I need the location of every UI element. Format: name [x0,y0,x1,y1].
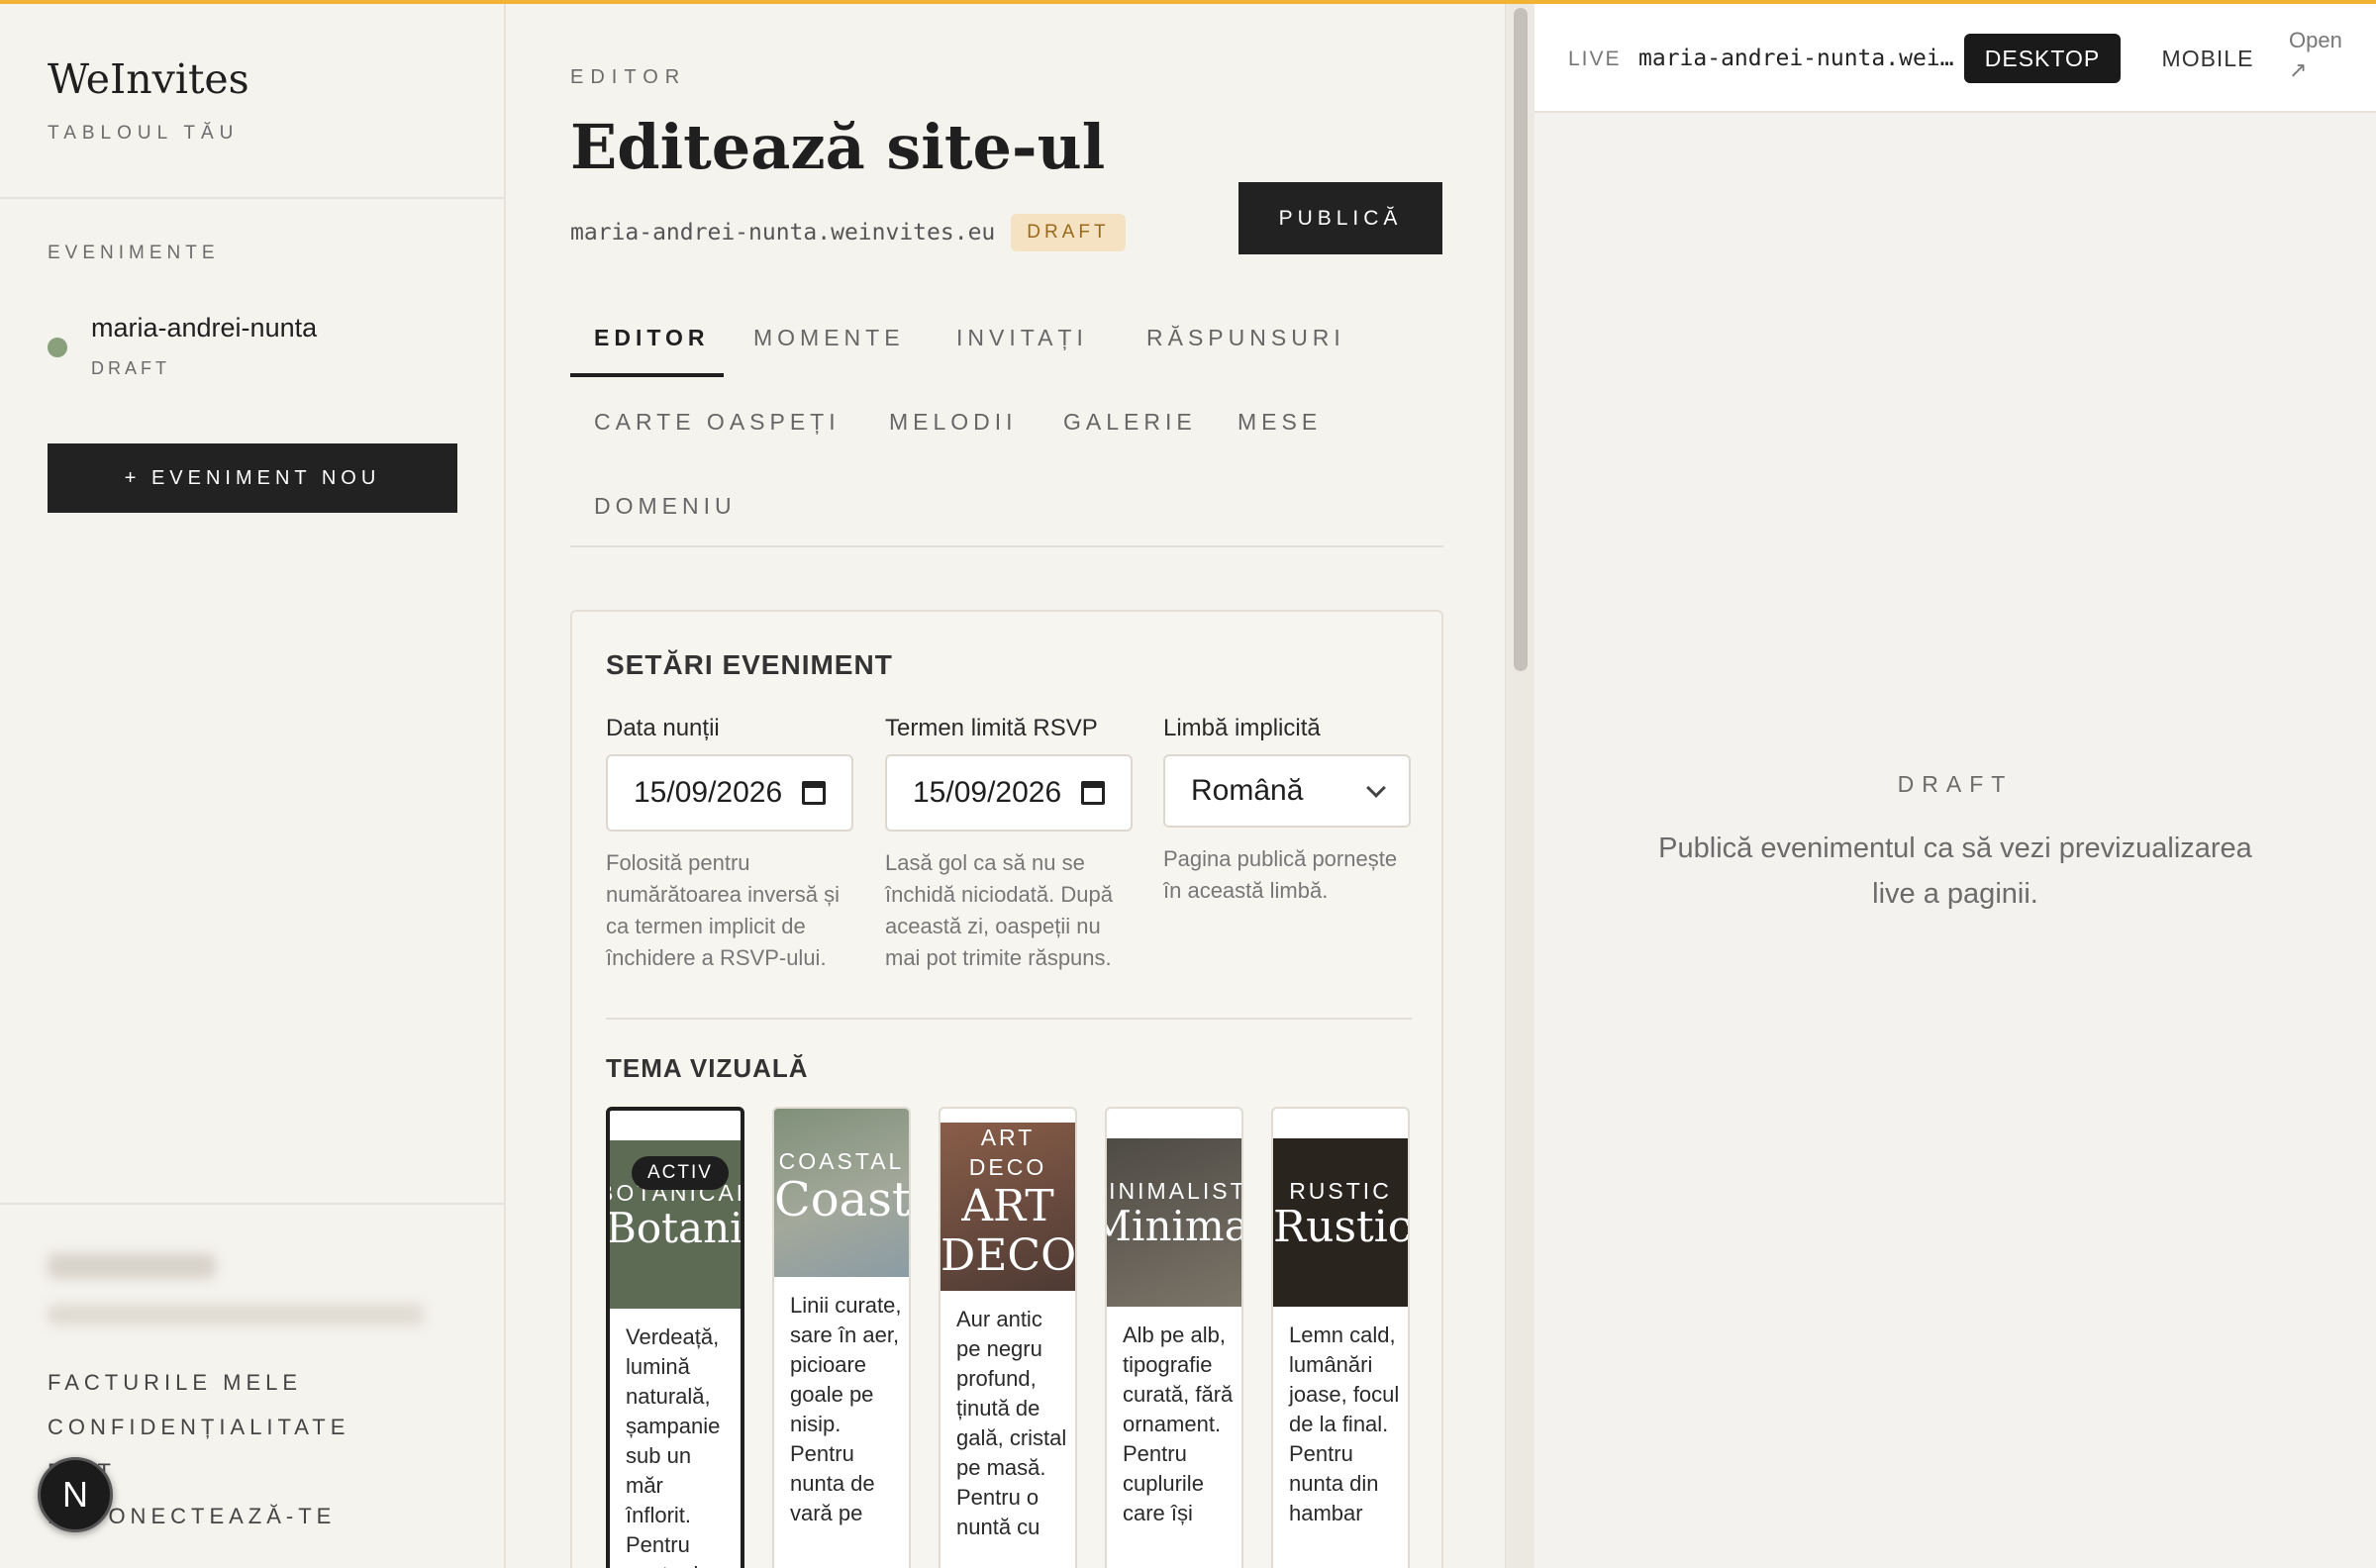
theme-description: Verdeață, lumină naturală, șampanie sub … [626,1324,721,1568]
calendar-icon[interactable] [1081,781,1105,805]
status-badge: DRAFT [1011,214,1126,251]
calendar-icon[interactable] [802,781,826,805]
field-label: Termen limită RSVP [885,715,1098,741]
tab-editor[interactable]: EDITOR [594,325,709,351]
user-email-blurred [48,1304,424,1325]
theme-card-botanical[interactable]: BOTANICAL Botanical ACTIV Verdeață, lumi… [606,1107,744,1568]
tab-gallery[interactable]: GALERIE [1063,409,1197,436]
theme-small-label: RUSTIC [1289,1178,1392,1204]
theme-card-rustic[interactable]: RUSTIC Rustic Lemn cald, lumânări joase,… [1271,1107,1410,1568]
invoices-link[interactable]: FACTURILE MELE [48,1370,302,1396]
event-name: maria-andrei-nunta [91,313,318,343]
theme-description: Linii curate, sare în aer, picioare goal… [790,1293,902,1525]
page-title: Editează site-ul [570,111,1106,183]
tab-tables[interactable]: MESE [1238,409,1322,436]
external-link-icon: ↗ [2289,57,2308,82]
input-value: 15/09/2026 [634,776,783,809]
event-list-item[interactable]: maria-andrei-nunta DRAFT [48,313,463,382]
theme-big-label: Coastal [774,1172,909,1227]
open-link-label: Open [2289,28,2342,52]
tab-songs[interactable]: MELODII [889,409,1018,436]
divider [0,1203,504,1205]
theme-description: Aur antic pe negru profund, ținută de ga… [956,1307,1067,1539]
publish-button[interactable]: PUBLICĂ [1238,182,1442,254]
open-link[interactable]: Open ↗ [2289,26,2342,85]
new-event-button[interactable]: + EVENIMENT NOU [48,443,457,513]
scrollbar-thumb[interactable] [1514,8,1528,671]
brand-subtitle: TABLOUL TĂU [48,123,240,144]
theme-card-minimalist[interactable]: MINIMALIST Minimalist Alb pe alb, tipogr… [1105,1107,1243,1568]
active-badge: ACTIV [632,1156,729,1190]
mobile-view-button[interactable]: MOBILE [2138,34,2277,83]
rsvp-deadline-input[interactable]: 15/09/2026 [885,754,1133,832]
theme-card-coastal[interactable]: COASTAL Coastal Linii curate, sare în ae… [772,1107,911,1568]
field-help: Lasă gol ca să nu se închidă niciodată. … [885,850,1113,970]
event-settings-card: SETĂRI EVENIMENT Data nunții 15/09/2026 … [570,610,1443,1568]
tab-responses[interactable]: RĂSPUNSURI [1146,325,1345,351]
privacy-link[interactable]: CONFIDENȚIALITATE [48,1415,349,1440]
preview-message: Publică evenimentul ca să vezi previzual… [1658,833,2252,910]
user-name-blurred [48,1253,216,1279]
theme-big-label: Minimalist [1107,1202,1241,1250]
theme-card-artdeco[interactable]: ART DECO ART DECO Aur antic pe negru pro… [939,1107,1077,1568]
desktop-view-button[interactable]: DESKTOP [1964,34,2121,83]
tab-domain[interactable]: DOMENIU [594,493,737,520]
site-domain: maria-andrei-nunta.weinvites.eu [570,220,996,245]
theme-small-label: ART DECO [968,1125,1047,1180]
tab-guests[interactable]: INVITAȚI [956,325,1088,351]
events-section-label: EVENIMENTE [48,243,220,263]
top-accent-bar [0,0,2376,4]
theme-description: Alb pe alb, tipografie curată, fără orna… [1123,1323,1234,1525]
theme-small-label: MINIMALIST [1107,1178,1241,1204]
event-status-dot [48,338,67,357]
theme-preview-image: ART DECO ART DECO [940,1123,1075,1291]
preview-status: DRAFT [1897,771,2014,797]
preview-url: maria-andrei-nunta.wei… [1638,46,1954,71]
theme-section-title: TEMA VIZUALĂ [606,1053,809,1083]
field-label: Data nunții [606,715,720,741]
wedding-date-input[interactable]: 15/09/2026 [606,754,853,832]
default-language-field: Limbă implicită Română Pagina publică po… [1163,715,1411,907]
language-select[interactable]: Română [1163,754,1411,828]
select-value: Română [1191,774,1304,807]
tabs-divider [570,545,1443,547]
sidebar: WeInvites TABLOUL TĂU EVENIMENTE maria-a… [0,4,506,1568]
theme-preview-image: RUSTIC Rustic [1273,1138,1408,1307]
theme-big-label: Rustic [1273,1202,1408,1252]
theme-preview-image: MINIMALIST Minimalist [1107,1138,1241,1307]
theme-small-label: COASTAL [778,1148,905,1174]
wedding-date-field: Data nunții 15/09/2026 Folosită pentru n… [606,715,853,974]
brand-logo[interactable]: WeInvites [48,55,249,103]
card-title: SETĂRI EVENIMENT [606,649,893,680]
chevron-down-icon [1366,778,1386,798]
live-label: LIVE [1568,48,1622,70]
active-tab-indicator [570,373,724,377]
preview-panel: LIVE maria-andrei-nunta.wei… DESKTOP MOB… [1534,4,2376,1568]
field-label: Limbă implicită [1163,715,1321,741]
theme-big-label: ART DECO [940,1181,1075,1281]
section-eyebrow: EDITOR [570,66,687,88]
field-help: Pagina publică pornește în această limbă… [1163,846,1398,903]
tab-guestbook[interactable]: CARTE OASPEȚI [594,409,841,436]
field-help: Folosită pentru numărătoarea inversă și … [606,850,841,970]
theme-preview-image: COASTAL Coastal [774,1109,909,1277]
divider [606,1018,1412,1020]
divider [0,197,504,199]
tab-moments[interactable]: MOMENTE [753,325,905,351]
event-status: DRAFT [91,358,170,378]
preview-toolbar: LIVE maria-andrei-nunta.wei… DESKTOP MOB… [1534,4,2376,113]
theme-description: Lemn cald, lumânări joase, focul de la f… [1289,1323,1400,1525]
editor-main: EDITOR Editează site-ul maria-andrei-nun… [508,4,1505,1568]
rsvp-deadline-field: Termen limită RSVP 15/09/2026 Lasă gol c… [885,715,1133,974]
editor-scrollbar[interactable] [1505,4,1534,1568]
domain-row: maria-andrei-nunta.weinvites.eu DRAFT [570,214,1126,251]
dev-tools-badge[interactable]: N [38,1457,113,1532]
theme-big-label: Botanical [610,1204,741,1252]
input-value: 15/09/2026 [913,776,1062,809]
